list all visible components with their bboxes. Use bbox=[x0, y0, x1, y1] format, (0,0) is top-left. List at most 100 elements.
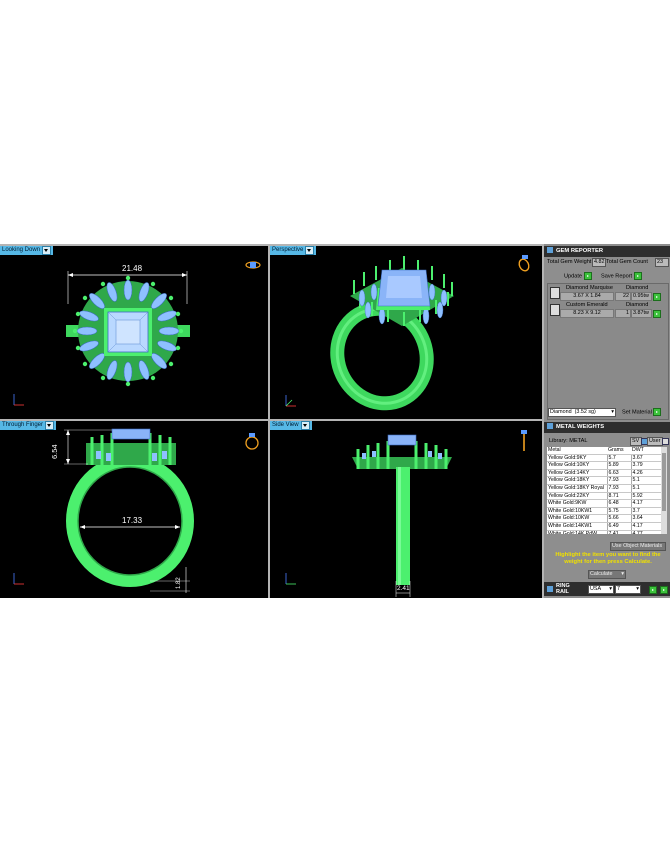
ring-perspective-view bbox=[285, 255, 530, 411]
play-icon[interactable] bbox=[660, 586, 668, 594]
update-button[interactable]: Update bbox=[564, 272, 592, 280]
shank-width-label: 2.41 bbox=[397, 585, 410, 592]
table-cell-dwt: 4.77 bbox=[630, 530, 661, 534]
table-cell-dwt: 5.1 bbox=[630, 476, 661, 485]
table-header-row: Metal Grams DWT bbox=[547, 447, 661, 455]
chevron-down-icon[interactable] bbox=[42, 246, 52, 255]
table-cell-grams: 5.7 bbox=[606, 454, 631, 463]
table-cell-grams: 5.89 bbox=[606, 461, 631, 470]
table-row[interactable]: Yellow Gold:18KY Royal 7.93 5.1 bbox=[547, 484, 661, 493]
tab-side-view[interactable]: Side View bbox=[270, 421, 312, 430]
chevron-down-icon[interactable] bbox=[300, 421, 310, 430]
play-icon[interactable] bbox=[653, 310, 661, 318]
viewport-side-view[interactable]: 2.41 Side View bbox=[270, 421, 542, 598]
chevron-down-icon: ▾ bbox=[636, 586, 639, 592]
ring-standard-select[interactable]: USA ▾ bbox=[588, 585, 614, 594]
table-row[interactable]: Yellow Gold:10KY 5.89 3.79 bbox=[547, 461, 661, 470]
calculate-button[interactable]: Calculate ▾ bbox=[588, 570, 626, 579]
inner-diameter-label: 17.33 bbox=[122, 516, 143, 525]
table-cell-dwt: 5.1 bbox=[630, 484, 661, 493]
table-cell-grams: 8.71 bbox=[606, 492, 631, 501]
chevron-down-icon: ▾ bbox=[611, 409, 614, 415]
emerald-thumbnail-icon bbox=[550, 304, 560, 316]
viewport-looking-down[interactable]: 21.48 Looking Down bbox=[0, 246, 268, 419]
material-sg: (3.52 sg) bbox=[574, 409, 596, 415]
set-material-button[interactable]: Set Material bbox=[622, 408, 662, 416]
ring-rail-title: RING RAIL bbox=[556, 583, 570, 595]
gem-size: 8.23 X 9.12 bbox=[560, 309, 614, 318]
table-row[interactable]: White Gold:10KW 5.66 3.64 bbox=[547, 514, 661, 523]
table-cell-metal: Yellow Gold:14KY bbox=[547, 469, 607, 478]
ring-size: 7 bbox=[617, 586, 620, 592]
chevron-down-icon: ▾ bbox=[621, 571, 624, 577]
total-gem-count-label: Total Gem Count bbox=[606, 259, 648, 265]
viewport-perspective[interactable]: Perspective bbox=[270, 246, 542, 419]
scroll-thumb[interactable] bbox=[662, 453, 666, 511]
viewport-label: Through Finger bbox=[2, 422, 44, 428]
table-cell-metal: White Gold:10KW bbox=[547, 514, 607, 523]
ring-rail-bar: RING RAIL USA ▾ 7 ▾ bbox=[544, 582, 670, 596]
play-icon[interactable] bbox=[653, 293, 661, 301]
ring-size-select[interactable]: 7 ▾ bbox=[615, 585, 641, 594]
gem-name: Custom Emerald bbox=[566, 302, 608, 308]
save-report-button[interactable]: Save Report bbox=[601, 272, 642, 280]
ring-front-view bbox=[13, 428, 259, 593]
tab-through-finger[interactable]: Through Finger bbox=[0, 421, 57, 430]
play-icon[interactable] bbox=[649, 586, 657, 594]
library-label: Library: METAL bbox=[549, 438, 588, 444]
column-header: Grams bbox=[607, 447, 631, 455]
chevron-down-icon[interactable] bbox=[45, 421, 55, 430]
play-icon bbox=[583, 272, 592, 280]
metal-weights-hint: Highlight the item you want to find the … bbox=[555, 552, 661, 565]
material-select[interactable]: Diamond (3.52 sg) ▾ bbox=[548, 408, 616, 417]
table-cell-metal: White Gold:14KW1 bbox=[547, 522, 607, 531]
use-object-materials-select[interactable]: Use Object Materials bbox=[610, 542, 666, 551]
gem-name: Diamond Marquise bbox=[566, 285, 613, 291]
table-row[interactable]: Yellow Gold:9KY 5.7 3.67 bbox=[547, 454, 661, 463]
diamond-thumbnail-icon bbox=[550, 287, 560, 299]
table-row[interactable]: White Gold:9KW 6.48 4.17 bbox=[547, 499, 661, 508]
use-object-materials-label: Use Object Materials bbox=[612, 543, 663, 549]
metal-weights-header[interactable]: METAL WEIGHTS bbox=[544, 422, 670, 433]
height-dimension-label: 6.54 bbox=[50, 444, 59, 459]
toggle-user[interactable]: User bbox=[647, 437, 663, 446]
table-cell-metal: Yellow Gold:10KY bbox=[547, 461, 607, 470]
table-cell-dwt: 3.64 bbox=[630, 514, 661, 523]
viewport-through-finger[interactable]: 6.54 17.33 1.82 Through Finger bbox=[0, 421, 268, 598]
table-cell-dwt: 3.79 bbox=[630, 461, 661, 470]
gem-weight: 3.87tw bbox=[631, 309, 652, 318]
gem-reporter-header[interactable]: GEM REPORTER bbox=[544, 246, 670, 257]
tab-looking-down[interactable]: Looking Down bbox=[0, 246, 54, 255]
table-cell-dwt: 4.17 bbox=[630, 522, 661, 531]
table-cell-grams: 6.63 bbox=[606, 469, 631, 478]
play-icon bbox=[653, 408, 662, 416]
table-scrollbar[interactable] bbox=[661, 447, 667, 534]
checkbox-icon[interactable] bbox=[662, 438, 669, 445]
ring-icon bbox=[547, 586, 553, 592]
gem-material: Diamond bbox=[626, 302, 649, 308]
table-cell-grams: 5.75 bbox=[606, 507, 631, 516]
table-row[interactable]: Yellow Gold:18KY 7.93 5.1 bbox=[547, 476, 661, 485]
table-row[interactable]: White Gold:14KW1 6.49 4.17 bbox=[547, 522, 661, 531]
viewport-label: Side View bbox=[272, 422, 299, 428]
gem-row[interactable]: Custom Emerald Diamond 8.23 X 9.12 1 3.8… bbox=[549, 302, 666, 318]
gem-list: Diamond Marquise Diamond 3.67 X 1.84 22 … bbox=[547, 283, 669, 420]
gem-row[interactable]: Diamond Marquise Diamond 3.67 X 1.84 22 … bbox=[549, 285, 666, 301]
tab-perspective[interactable]: Perspective bbox=[270, 246, 317, 255]
total-gem-weight-label: Total Gem Weight bbox=[547, 259, 592, 265]
table-cell-metal: Yellow Gold:22KY bbox=[547, 492, 607, 501]
table-row[interactable]: White Gold:14K PdW 7.41 4.77 bbox=[547, 530, 661, 534]
metal-icon bbox=[547, 423, 553, 430]
total-gem-count-value: 23 bbox=[655, 258, 669, 267]
table-row[interactable]: Yellow Gold:14KY 6.63 4.26 bbox=[547, 469, 661, 478]
table-cell-dwt: 5.92 bbox=[630, 492, 661, 501]
table-cell-grams: 7.93 bbox=[606, 476, 631, 485]
metal-weights-title: METAL WEIGHTS bbox=[556, 424, 605, 430]
viewport-label: Perspective bbox=[272, 247, 304, 253]
metal-weights-table: Metal Grams DWT Yellow Gold:9KY 5.7 3.67 Ye… bbox=[547, 447, 661, 534]
table-row[interactable]: Yellow Gold:22KY 8.71 5.92 bbox=[547, 492, 661, 501]
total-gem-weight-value: 4.82 bbox=[592, 258, 606, 267]
calculate-label: Calculate bbox=[590, 571, 613, 577]
chevron-down-icon[interactable] bbox=[305, 246, 315, 255]
table-row[interactable]: White Gold:10KW1 5.75 3.7 bbox=[547, 507, 661, 516]
